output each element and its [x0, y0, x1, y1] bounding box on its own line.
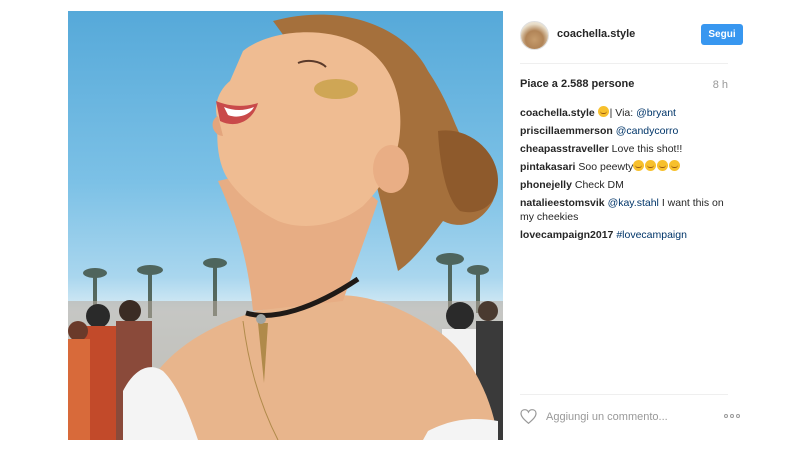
comment-username[interactable]: pintakasari: [520, 161, 575, 173]
comment-text: | Via:: [609, 107, 637, 119]
more-options-icon[interactable]: [724, 414, 740, 418]
avatar[interactable]: [520, 21, 549, 50]
post-username[interactable]: coachella.style: [557, 28, 635, 40]
comment-text: Check DM: [574, 179, 624, 191]
comment-username[interactable]: priscillaemmerson: [520, 125, 613, 137]
comment-username[interactable]: natalieestomsvik: [520, 197, 605, 209]
comment-mention[interactable]: @candycorro: [616, 125, 679, 137]
footer-divider: [520, 394, 728, 395]
comment-hashtag[interactable]: #lovecampaign: [616, 229, 687, 241]
post-modal: coachella.style Segui Piace a 2.588 pers…: [68, 11, 743, 440]
comment-item: priscillaemmerson @candycorro: [520, 123, 728, 140]
comment-item: lovecampaign2017 #lovecampaign: [520, 227, 728, 244]
header-divider: [520, 63, 728, 64]
comment-username[interactable]: coachella.style: [520, 107, 595, 119]
comment-footer: Aggiungi un commento...: [520, 406, 740, 432]
heart-eyes-icon: [633, 160, 645, 171]
post-sidebar: coachella.style Segui Piace a 2.588 pers…: [503, 11, 743, 440]
comment-mention[interactable]: @kay.stahl: [608, 197, 659, 209]
comment-item: cheapasstraveller Love this shot!!: [520, 141, 728, 158]
add-comment-input[interactable]: Aggiungi un commento...: [546, 411, 668, 423]
comment-text: Love this shot!!: [611, 143, 683, 155]
post-photo[interactable]: [68, 11, 503, 440]
post-timestamp[interactable]: 8 h: [713, 79, 728, 91]
comment-item: phonejelly Check DM: [520, 177, 728, 194]
post-photo-image: [68, 14, 503, 440]
comment-item: natalieestomsvik @kay.stahl I want this …: [520, 196, 728, 224]
comment-username[interactable]: lovecampaign2017: [520, 229, 613, 241]
post-header: coachella.style Segui: [520, 21, 743, 57]
follow-button[interactable]: Segui: [701, 24, 743, 45]
comments-list: coachella.style | Via: @bryant priscilla…: [520, 105, 728, 245]
comment-username[interactable]: phonejelly: [520, 179, 572, 191]
heart-eyes-icon: [669, 160, 681, 171]
heart-icon[interactable]: [520, 409, 537, 424]
heart-eyes-icon: [645, 160, 657, 171]
comment-item: pintakasari Soo peewty: [520, 159, 728, 176]
heart-eyes-icon: [657, 160, 669, 171]
comment-mention[interactable]: @bryant: [636, 107, 676, 119]
likes-count[interactable]: Piace a 2.588 persone: [520, 78, 634, 90]
comment-text: Soo peewty: [578, 161, 634, 173]
comment-item: coachella.style | Via: @bryant: [520, 105, 728, 122]
heart-eyes-emoji-group: [633, 160, 681, 173]
smiling-face-icon: [597, 106, 609, 117]
comment-username[interactable]: cheapasstraveller: [520, 143, 609, 155]
